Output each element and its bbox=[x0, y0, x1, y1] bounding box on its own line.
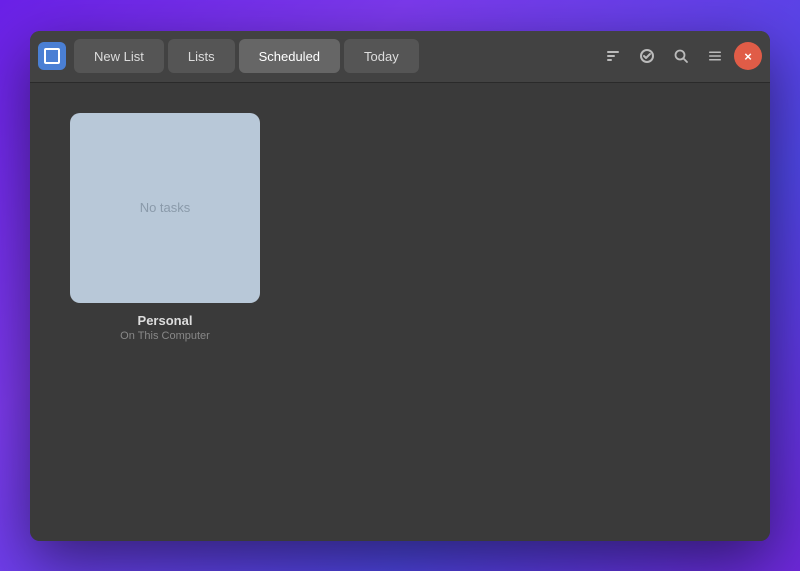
search-icon bbox=[673, 48, 689, 64]
titlebar: New List Lists Scheduled Today bbox=[30, 31, 770, 83]
no-tasks-label: No tasks bbox=[140, 200, 191, 215]
list-card: No tasks bbox=[70, 113, 260, 303]
menu-icon bbox=[707, 48, 723, 64]
list-subtitle: On This Computer bbox=[120, 330, 210, 342]
close-button[interactable]: × bbox=[734, 42, 762, 70]
check-icon bbox=[639, 48, 655, 64]
tab-lists[interactable]: Lists bbox=[168, 39, 235, 73]
search-button[interactable] bbox=[666, 41, 696, 71]
list-grid: No tasks Personal On This Computer bbox=[70, 113, 260, 342]
sort-button[interactable] bbox=[598, 41, 628, 71]
tab-today[interactable]: Today bbox=[344, 39, 419, 73]
check-button[interactable] bbox=[632, 41, 662, 71]
toolbar-buttons: × bbox=[598, 41, 762, 71]
app-icon bbox=[38, 42, 66, 70]
app-icon-inner bbox=[44, 48, 60, 64]
menu-button[interactable] bbox=[700, 41, 730, 71]
tab-scheduled[interactable]: Scheduled bbox=[239, 39, 340, 73]
tab-new-list[interactable]: New List bbox=[74, 39, 164, 73]
sort-icon bbox=[605, 48, 621, 64]
main-content: No tasks Personal On This Computer bbox=[30, 83, 770, 541]
list-item[interactable]: No tasks Personal On This Computer bbox=[70, 113, 260, 342]
app-window: New List Lists Scheduled Today bbox=[30, 31, 770, 541]
list-name: Personal bbox=[138, 313, 193, 328]
